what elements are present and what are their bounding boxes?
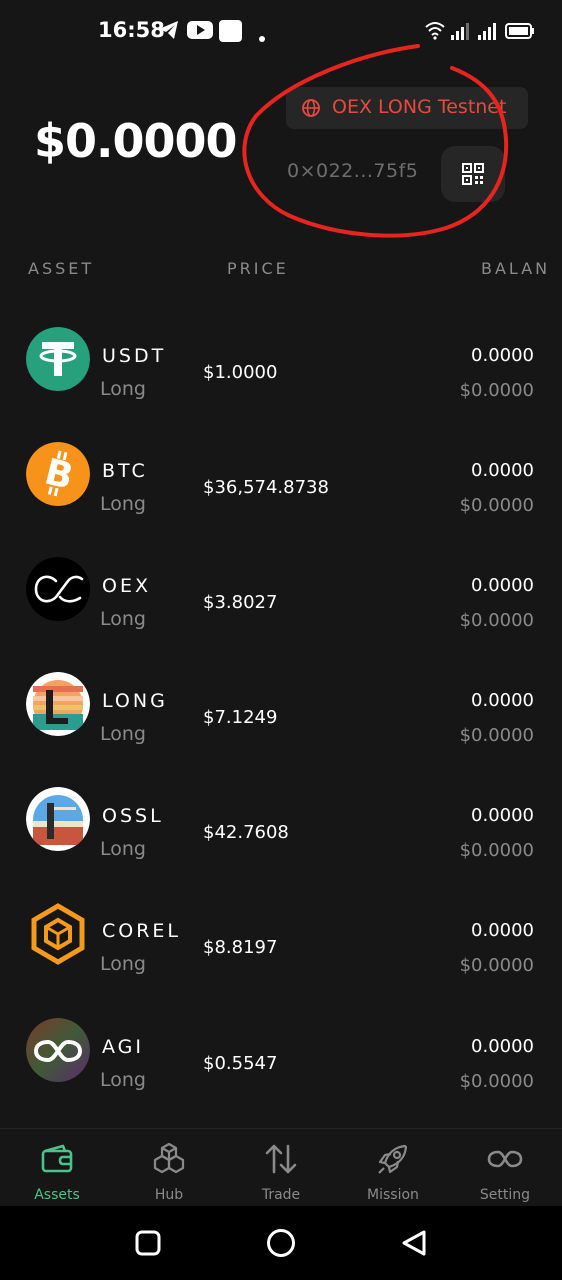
asset-network: Long bbox=[100, 723, 146, 745]
asset-row-long[interactable]: LONG Long $7.1249 0.0000 $0.0000 bbox=[0, 672, 562, 787]
asset-row-oex[interactable]: OEX Long $3.8027 0.0000 $0.0000 bbox=[0, 557, 562, 672]
tab-label: Setting bbox=[479, 1187, 531, 1203]
asset-row-ossl[interactable]: OSSL Long $42.7608 0.0000 $0.0000 bbox=[0, 787, 562, 902]
signal-icon bbox=[478, 22, 498, 44]
wallet-address[interactable]: 0×022...75f5 bbox=[287, 160, 418, 182]
asset-balance: 0.0000 bbox=[471, 345, 534, 366]
telegram-icon bbox=[158, 20, 180, 44]
asset-symbol: OEX bbox=[102, 575, 151, 597]
asset-network: Long bbox=[100, 608, 146, 630]
asset-balance-usd: $0.0000 bbox=[459, 840, 534, 861]
asset-row-agi[interactable]: AGI Long $0.5547 0.0000 $0.0000 bbox=[0, 1018, 562, 1133]
usdt-icon bbox=[26, 327, 90, 391]
android-nav-bar bbox=[0, 1206, 562, 1280]
long-icon bbox=[26, 672, 90, 736]
tab-label: Mission bbox=[367, 1187, 419, 1203]
status-bar: 16:58 bbox=[0, 0, 562, 64]
column-header-asset: ASSET bbox=[28, 259, 95, 278]
qr-code-icon bbox=[462, 163, 484, 185]
asset-balance-usd: $0.0000 bbox=[459, 725, 534, 746]
asset-balance: 0.0000 bbox=[471, 920, 534, 941]
asset-symbol: USDT bbox=[102, 345, 167, 367]
asset-balance: 0.0000 bbox=[471, 575, 534, 596]
tab-mission[interactable]: Mission bbox=[337, 1129, 449, 1207]
total-balance: $0.0000 bbox=[34, 114, 238, 168]
network-selector[interactable]: OEX LONG Testnet bbox=[286, 87, 528, 129]
wifi-icon bbox=[424, 20, 446, 44]
globe-icon bbox=[300, 97, 322, 123]
signal-icon bbox=[451, 22, 471, 44]
asset-balance: 0.0000 bbox=[471, 460, 534, 481]
asset-balance: 0.0000 bbox=[471, 1036, 534, 1057]
asset-symbol: LONG bbox=[102, 690, 168, 712]
battery-icon bbox=[505, 23, 535, 43]
back-button[interactable] bbox=[400, 1229, 428, 1257]
tab-label: Trade bbox=[261, 1187, 301, 1203]
corel-icon bbox=[26, 902, 90, 966]
oex-icon bbox=[26, 557, 90, 621]
tab-label: Assets bbox=[34, 1187, 80, 1203]
asset-symbol: COREL bbox=[102, 920, 182, 942]
cubes-icon bbox=[153, 1142, 185, 1174]
asset-balance-usd: $0.0000 bbox=[459, 955, 534, 976]
recents-button[interactable] bbox=[135, 1230, 161, 1256]
network-label: OEX LONG Testnet bbox=[332, 96, 507, 118]
asset-row-corel[interactable]: COREL Long $8.8197 0.0000 $0.0000 bbox=[0, 902, 562, 1017]
column-header-price: PRICE bbox=[227, 259, 289, 278]
qr-code-button[interactable] bbox=[441, 146, 505, 202]
asset-symbol: OSSL bbox=[102, 805, 164, 827]
youtube-icon bbox=[187, 20, 213, 44]
asset-price: $8.8197 bbox=[203, 937, 278, 958]
wallet-icon bbox=[41, 1144, 73, 1173]
asset-network: Long bbox=[100, 1069, 146, 1091]
tab-setting[interactable]: Setting bbox=[449, 1129, 561, 1207]
asset-price: $0.5547 bbox=[203, 1053, 278, 1074]
asset-balance-usd: $0.0000 bbox=[459, 1071, 534, 1092]
asset-balance: 0.0000 bbox=[471, 690, 534, 711]
tab-trade[interactable]: Trade bbox=[225, 1129, 337, 1207]
ossl-icon bbox=[26, 787, 90, 851]
asset-price: $36,574.8738 bbox=[203, 477, 329, 498]
asset-symbol: BTC bbox=[102, 460, 148, 482]
asset-network: Long bbox=[100, 953, 146, 975]
tab-assets[interactable]: Assets bbox=[1, 1129, 113, 1207]
bottom-nav: Assets Hub Trade Mission Setting bbox=[0, 1128, 562, 1206]
asset-price: $3.8027 bbox=[203, 592, 278, 613]
home-button[interactable] bbox=[266, 1228, 296, 1258]
arrows-updown-icon bbox=[265, 1144, 297, 1174]
asset-balance-usd: $0.0000 bbox=[459, 610, 534, 631]
asset-symbol: AGI bbox=[102, 1036, 144, 1058]
app-icon bbox=[219, 20, 242, 46]
asset-price: $42.7608 bbox=[203, 822, 289, 843]
column-header-balance: BALAN bbox=[481, 259, 551, 278]
asset-balance-usd: $0.0000 bbox=[459, 380, 534, 401]
asset-network: Long bbox=[100, 378, 146, 400]
dot-icon bbox=[258, 28, 266, 47]
btc-icon: B bbox=[26, 442, 90, 506]
rocket-icon bbox=[378, 1144, 408, 1174]
infinity-icon bbox=[487, 1150, 523, 1168]
asset-balance-usd: $0.0000 bbox=[459, 495, 534, 516]
asset-network: Long bbox=[100, 493, 146, 515]
asset-row-usdt[interactable]: USDT Long $1.0000 0.0000 $0.0000 bbox=[0, 327, 562, 442]
status-time: 16:58 bbox=[98, 18, 165, 42]
asset-network: Long bbox=[100, 838, 146, 860]
asset-balance: 0.0000 bbox=[471, 805, 534, 826]
tab-hub[interactable]: Hub bbox=[113, 1129, 225, 1207]
tab-label: Hub bbox=[154, 1187, 184, 1203]
asset-row-btc[interactable]: B BTC Long $36,574.8738 0.0000 $0.0000 bbox=[0, 442, 562, 557]
agi-icon bbox=[26, 1018, 90, 1082]
asset-price: $1.0000 bbox=[203, 362, 278, 383]
asset-price: $7.1249 bbox=[203, 707, 278, 728]
